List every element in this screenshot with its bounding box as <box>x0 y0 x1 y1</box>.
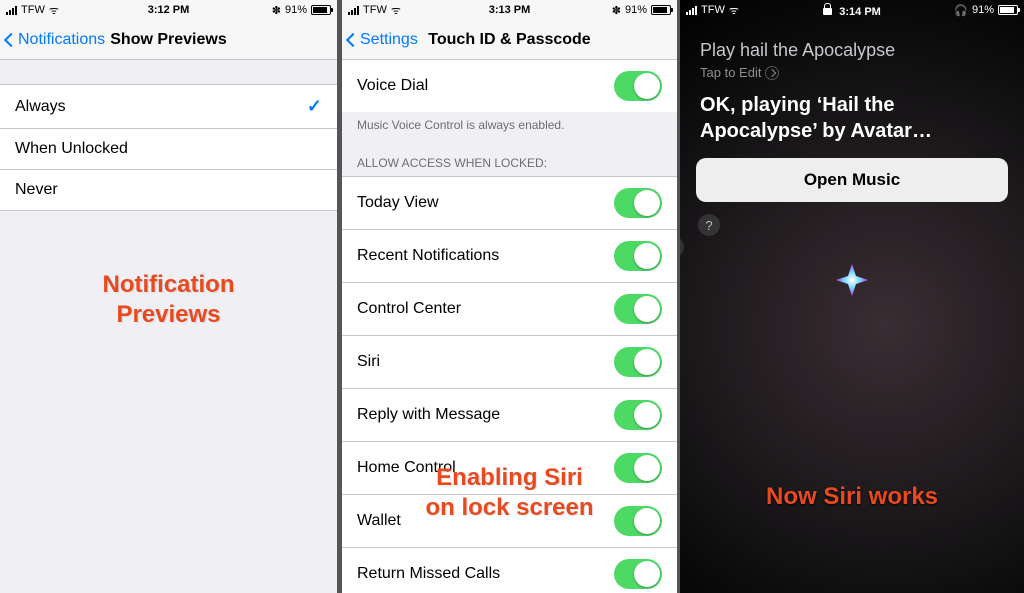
chevron-left-icon <box>4 32 18 46</box>
page-title: Touch ID & Passcode <box>428 31 590 49</box>
row-return-missed-calls[interactable]: Return Missed Calls <box>342 547 677 593</box>
back-label: Notifications <box>18 31 105 49</box>
row-recent-notifications[interactable]: Recent Notifications <box>342 229 677 282</box>
back-button[interactable]: Settings <box>348 31 418 49</box>
row-control-center[interactable]: Control Center <box>342 282 677 335</box>
option-label: Always <box>15 98 66 116</box>
switch-today-view[interactable] <box>614 188 662 218</box>
phone-touchid-passcode: TFW ᯤ 3:13 PM ✽ 91% Settings Touch ID & … <box>342 0 677 593</box>
section-header-allow-access: ALLOW ACCESS WHEN LOCKED: <box>342 138 677 176</box>
status-bar: TFW ᯤ 3:14 PM 🎧 91% <box>680 0 1024 20</box>
option-label: Never <box>15 181 58 199</box>
row-wallet[interactable]: Wallet <box>342 494 677 547</box>
back-button[interactable]: Notifications <box>6 31 105 49</box>
row-label: Voice Dial <box>357 77 428 95</box>
lock-icon <box>823 3 832 15</box>
row-label: Control Center <box>357 300 461 318</box>
status-bar: TFW ᯤ 3:13 PM ✽ 91% <box>342 0 677 20</box>
battery-icon <box>311 5 331 15</box>
switch-return-missed-calls[interactable] <box>614 559 662 589</box>
nav-bar: Settings Touch ID & Passcode <box>342 20 677 60</box>
row-label: Recent Notifications <box>357 247 499 265</box>
page-title: Show Previews <box>110 31 227 49</box>
siri-orb-icon[interactable] <box>834 262 870 298</box>
row-label: Reply with Message <box>357 406 500 424</box>
phone-siri: TFW ᯤ 3:14 PM 🎧 91% Play hail the Apocal… <box>680 0 1024 593</box>
option-always[interactable]: Always ✓ <box>0 84 337 128</box>
phone-notification-previews: TFW ᯤ 3:12 PM ✽ 91% Notifications Show P… <box>0 0 337 593</box>
option-label: When Unlocked <box>15 140 128 158</box>
chevron-left-icon <box>346 32 360 46</box>
option-never[interactable]: Never <box>0 169 337 211</box>
tap-to-edit-button[interactable]: Tap to Edit <box>700 65 1004 80</box>
row-home-control[interactable]: Home Control <box>342 441 677 494</box>
open-music-button[interactable]: Open Music <box>696 158 1008 202</box>
row-label: Home Control <box>357 459 456 477</box>
switch-control-center[interactable] <box>614 294 662 324</box>
switch-reply-with-message[interactable] <box>614 400 662 430</box>
siri-query-text: Play hail the Apocalypse <box>700 40 1004 61</box>
switch-recent-notifications[interactable] <box>614 241 662 271</box>
row-reply-with-message[interactable]: Reply with Message <box>342 388 677 441</box>
battery-icon <box>998 5 1018 15</box>
siri-response-text: OK, playing ‘Hail the Apocalypse’ by Ava… <box>680 88 1024 158</box>
tap-to-edit-label: Tap to Edit <box>700 65 761 80</box>
chevron-right-icon <box>765 66 779 80</box>
row-today-view[interactable]: Today View <box>342 176 677 229</box>
row-label: Siri <box>357 353 380 371</box>
status-time: 3:12 PM <box>0 4 337 16</box>
open-music-label: Open Music <box>804 170 900 189</box>
switch-home-control[interactable] <box>614 453 662 483</box>
preview-options: Always ✓ When Unlocked Never <box>0 84 337 211</box>
annotation-caption: NotificationPreviews <box>0 270 337 330</box>
status-bar: TFW ᯤ 3:12 PM ✽ 91% <box>0 0 337 20</box>
row-voice-dial[interactable]: Voice Dial <box>342 60 677 112</box>
help-button[interactable]: ? <box>698 214 720 236</box>
row-label: Today View <box>357 194 439 212</box>
row-label: Wallet <box>357 512 401 530</box>
switch-siri[interactable] <box>614 347 662 377</box>
nav-bar: Notifications Show Previews <box>0 20 337 60</box>
row-label: Return Missed Calls <box>357 565 500 583</box>
switch-wallet[interactable] <box>614 506 662 536</box>
option-when-unlocked[interactable]: When Unlocked <box>0 128 337 169</box>
checkmark-icon: ✓ <box>307 96 322 117</box>
back-label: Settings <box>360 31 418 49</box>
status-time: 3:13 PM <box>342 4 677 16</box>
switch-voice-dial[interactable] <box>614 71 662 101</box>
question-icon: ? <box>705 218 712 233</box>
row-siri[interactable]: Siri <box>342 335 677 388</box>
status-time: 3:14 PM <box>680 3 1024 18</box>
voice-dial-footer: Music Voice Control is always enabled. <box>342 112 677 138</box>
battery-icon <box>651 5 671 15</box>
